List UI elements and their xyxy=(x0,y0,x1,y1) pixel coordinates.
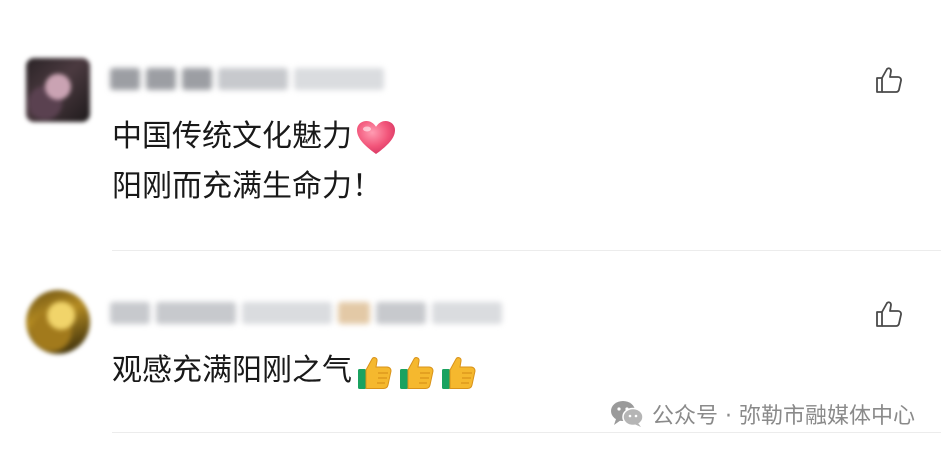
comment-line-text: 阳刚而充满生命力！ xyxy=(112,169,382,204)
heart-icon xyxy=(356,120,396,156)
watermark: 公众号 · 弥勒市融媒体中心 xyxy=(610,398,915,430)
like-thumb-icon[interactable] xyxy=(873,298,905,330)
comment-text: 观感充满阳刚之气 xyxy=(112,346,478,396)
divider xyxy=(112,250,941,251)
commenter-name-blurred xyxy=(110,300,502,326)
wechat-icon xyxy=(611,401,644,427)
comment-line: 观感充满阳刚之气 xyxy=(112,346,478,396)
comment-line: 中国传统文化魅力 xyxy=(112,112,396,162)
comment-line: 阳刚而充满生命力！ xyxy=(112,162,396,212)
thumbs-up-icon xyxy=(356,353,394,391)
thumbs-up-icon xyxy=(398,353,436,391)
divider xyxy=(112,432,941,433)
comment-line-text: 中国传统文化魅力 xyxy=(112,119,352,154)
comment-text: 中国传统文化魅力 阳刚而充满生命力！ xyxy=(112,112,396,212)
avatar[interactable] xyxy=(26,290,90,354)
comment-list: 中国传统文化魅力 阳刚而充满生命力！ 观感充满阳刚之气 公众号 · 弥勒市融媒体… xyxy=(0,0,941,456)
like-thumb-icon[interactable] xyxy=(873,64,905,96)
thumbs-up-icon xyxy=(440,353,478,391)
watermark-text: 公众号 · 弥勒市融媒体中心 xyxy=(652,404,915,429)
commenter-name-blurred xyxy=(110,66,384,92)
avatar[interactable] xyxy=(26,58,90,122)
comment-line-text: 观感充满阳刚之气 xyxy=(112,353,352,388)
